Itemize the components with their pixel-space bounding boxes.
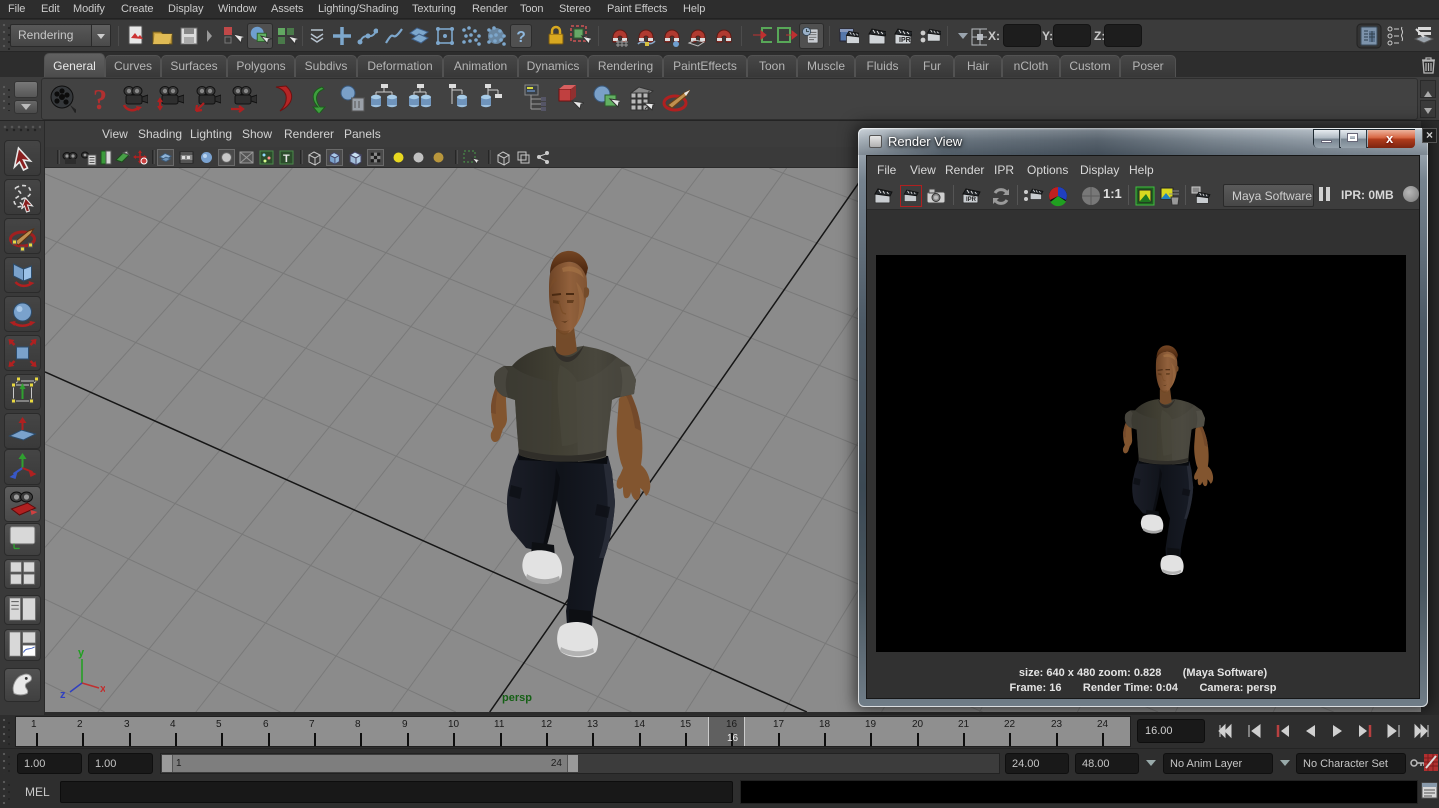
svg-text:T: T (283, 153, 290, 165)
svg-text:?: ? (516, 29, 525, 46)
svg-text:y: y (78, 647, 85, 659)
svg-text:x: x (100, 683, 105, 695)
svg-text:z: z (60, 689, 66, 701)
svg-text:IPR: IPR (899, 37, 911, 44)
svg-text:IPR: IPR (966, 197, 977, 203)
svg-text:?: ? (93, 85, 107, 113)
